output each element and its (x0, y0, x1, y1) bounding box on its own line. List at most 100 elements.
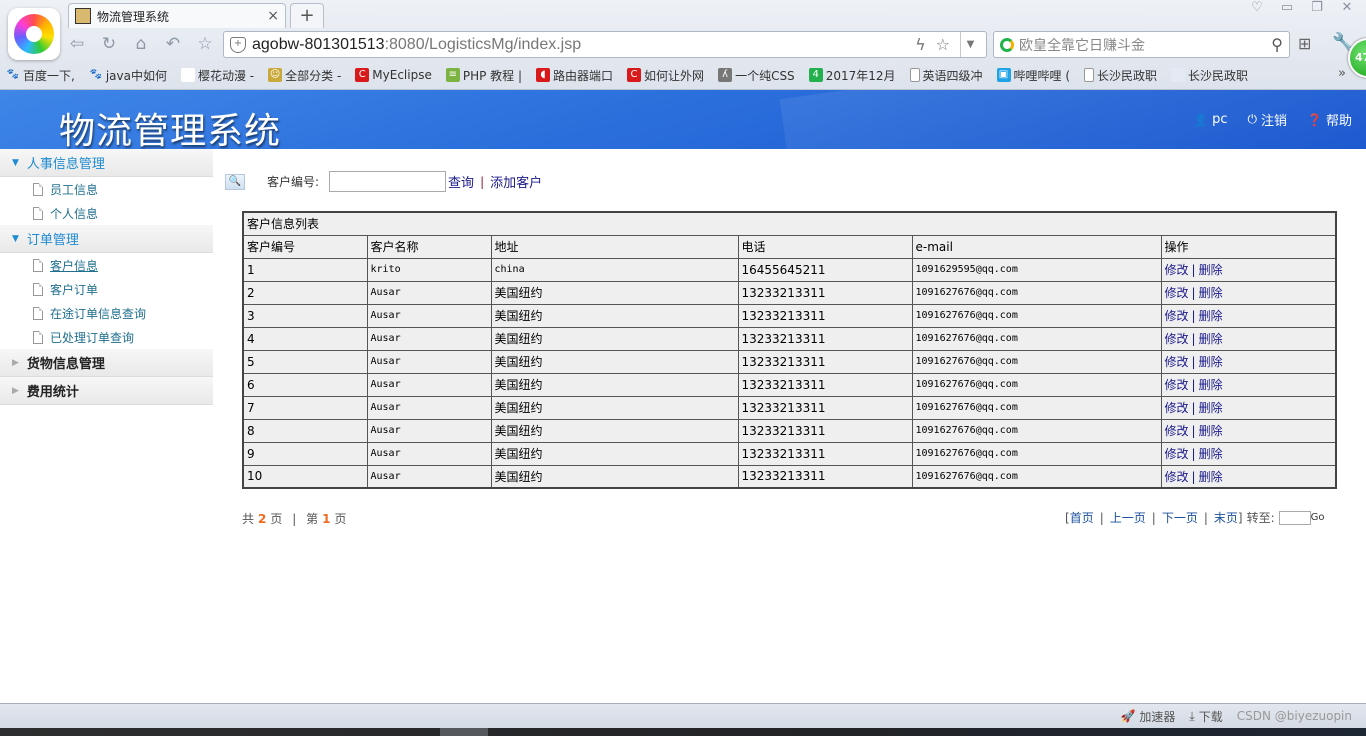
close-window-icon[interactable]: ✕ (1338, 0, 1356, 15)
page-summary: 共2页 | 第1页 (242, 510, 346, 527)
cell-email: 1091629595@qq.com (911, 257, 1162, 282)
cell-name: Ausar (366, 464, 492, 489)
delete-link[interactable]: 删除 (1199, 424, 1223, 438)
home-icon[interactable]: ⌂ (130, 33, 152, 55)
cell-id: 6 (242, 372, 368, 397)
edit-link[interactable]: 修改 (1165, 447, 1189, 461)
delete-link[interactable]: 删除 (1199, 309, 1223, 323)
close-tab-icon[interactable]: × (267, 8, 279, 24)
security-shield-icon[interactable]: + (230, 36, 246, 53)
delete-link[interactable]: 删除 (1199, 447, 1223, 461)
url-text[interactable]: agobw-801301513:8080/LogisticsMg/index.j… (252, 36, 581, 54)
go-button[interactable]: Go (1311, 512, 1325, 523)
goto-page-input[interactable] (1278, 510, 1311, 525)
logout-link[interactable]: ⏻ 注销 (1248, 110, 1288, 129)
bookmark-item[interactable]: 4 2017年12月 (808, 67, 896, 84)
bookmark-item[interactable]: 🐾 百度一下, (6, 67, 75, 84)
restore-icon[interactable]: ❐ (1308, 0, 1326, 15)
edit-link[interactable]: 修改 (1165, 470, 1189, 484)
delete-link[interactable]: 删除 (1199, 401, 1223, 415)
query-link[interactable]: 查询 (448, 172, 474, 191)
last-page-link[interactable]: 末页 (1214, 509, 1238, 526)
search-box[interactable]: 欧皇全靠它日赚斗金 ⚲ (993, 31, 1290, 58)
browser-logo-icon[interactable] (8, 8, 60, 60)
browser-tab[interactable]: 物流管理系统 × (68, 3, 286, 28)
bookmark-item[interactable]: C MyEclipse (355, 68, 432, 82)
cell-actions: 修改 | 删除 (1160, 372, 1337, 397)
delete-link[interactable]: 删除 (1199, 263, 1223, 277)
download-button[interactable]: ⤓ 下载 (1189, 708, 1222, 725)
minimize-icon[interactable]: ▭ (1278, 0, 1296, 15)
edit-link[interactable]: 修改 (1165, 332, 1189, 346)
watermark: CSDN @biyezuopin (1236, 709, 1352, 723)
cell-address: 美国纽约 (490, 372, 739, 397)
action-separator: | (1191, 355, 1196, 369)
bookmark-item[interactable]: C 如何让外网 (627, 67, 704, 84)
skin-icon[interactable]: ♡ (1248, 0, 1266, 15)
edit-link[interactable]: 修改 (1165, 355, 1189, 369)
help-link[interactable]: ❓ 帮助 (1307, 110, 1352, 130)
delete-link[interactable]: 删除 (1199, 332, 1223, 346)
bookmark-item[interactable]: ▣ 哔哩哔哩 ( (996, 67, 1070, 84)
pagination: [首页 | 上一页 | 下一页 | 末页] 转至: Go (1065, 509, 1325, 526)
new-tab-button[interactable]: + (290, 3, 324, 28)
accelerator-button[interactable]: 🚀 加速器 (1120, 708, 1175, 725)
add-customer-link[interactable]: 添加客户 (490, 172, 542, 191)
next-page-link[interactable]: 下一页 (1162, 509, 1198, 526)
bookmark-item[interactable]: 🐾 java中如何 (89, 67, 167, 84)
bookmark-item[interactable]: 英语四级冲 (909, 67, 983, 84)
sidebar-group[interactable]: ▶ 货物信息管理 (0, 349, 213, 377)
bookmark-item[interactable]: ☺ 全部分类 - (268, 67, 341, 84)
address-dropdown-icon[interactable]: ▼ (960, 32, 980, 57)
bookmark-item[interactable]: 樱花动漫 - (180, 67, 254, 84)
sidebar-group[interactable]: ▼ 人事信息管理 (0, 149, 213, 177)
extensions-icon[interactable]: ⊞ (1298, 34, 1311, 53)
bookmarks-more-icon[interactable]: » (1338, 66, 1346, 81)
cell-phone: 13233213311 (737, 280, 913, 305)
sidebar-item[interactable]: 在途订单信息查询 (0, 301, 213, 325)
search-placeholder[interactable]: 欧皇全靠它日赚斗金 (1019, 35, 1271, 55)
sidebar-item[interactable]: 客户订单 (0, 277, 213, 301)
bookmark-star-icon[interactable]: ☆ (936, 35, 950, 54)
sidebar-group[interactable]: ▶ 费用统计 (0, 377, 213, 405)
delete-link[interactable]: 删除 (1199, 355, 1223, 369)
back-icon[interactable]: ⇦ (66, 33, 88, 55)
reload-icon[interactable]: ↻ (98, 33, 120, 55)
customer-id-input[interactable] (329, 171, 447, 192)
delete-link[interactable]: 删除 (1199, 470, 1223, 484)
magnifier-icon[interactable]: 🔍 (225, 173, 245, 190)
bookmark-item[interactable]: 长沙民政职 (1171, 67, 1248, 84)
favorite-star-icon[interactable]: ☆ (194, 33, 216, 55)
edit-link[interactable]: 修改 (1165, 378, 1189, 392)
url-host: agobw-801301513 (252, 35, 385, 53)
cell-phone: 13233213311 (737, 418, 913, 443)
edit-link[interactable]: 修改 (1165, 263, 1189, 277)
edit-link[interactable]: 修改 (1165, 309, 1189, 323)
sidebar-item[interactable]: 客户信息 (0, 253, 213, 277)
edit-link[interactable]: 修改 (1165, 401, 1189, 415)
sidebar-item[interactable]: 员工信息 (0, 177, 213, 201)
bookmark-item[interactable]: ◖ 路由器端口 (536, 67, 613, 84)
sidebar-item[interactable]: 个人信息 (0, 201, 213, 225)
address-bar[interactable]: + agobw-801301513:8080/LogisticsMg/index… (223, 31, 987, 58)
first-page-link[interactable]: 首页 (1070, 509, 1094, 526)
php-icon: ≡ (445, 68, 460, 82)
undo-close-icon[interactable]: ↶ (162, 33, 184, 55)
delete-link[interactable]: 删除 (1199, 378, 1223, 392)
prev-page-link[interactable]: 上一页 (1110, 509, 1146, 526)
bookmark-item[interactable]: 长沙民政职 (1084, 67, 1157, 84)
edit-link[interactable]: 修改 (1165, 424, 1189, 438)
speed-mode-icon[interactable]: ϟ (915, 35, 926, 54)
table-row: 3 Ausar 美国纽约 13233213311 1091627676@qq.com 修改… (242, 303, 1337, 328)
bookmark-item[interactable]: ≡ PHP 教程 | (445, 67, 522, 84)
edit-link[interactable]: 修改 (1165, 286, 1189, 300)
bookmark-label: 2017年12月 (825, 68, 896, 83)
search-icon[interactable]: ⚲ (1271, 35, 1283, 54)
router-icon: ◖ (536, 68, 551, 82)
user-link[interactable]: 👤 pc (1193, 110, 1227, 129)
cell-address: 美国纽约 (490, 395, 739, 420)
bookmark-item[interactable]: ʎ 一个纯CSS (718, 67, 795, 84)
delete-link[interactable]: 删除 (1199, 286, 1223, 300)
sidebar-group[interactable]: ▼ 订单管理 (0, 225, 213, 253)
sidebar-item[interactable]: 已处理订单查询 (0, 325, 213, 349)
